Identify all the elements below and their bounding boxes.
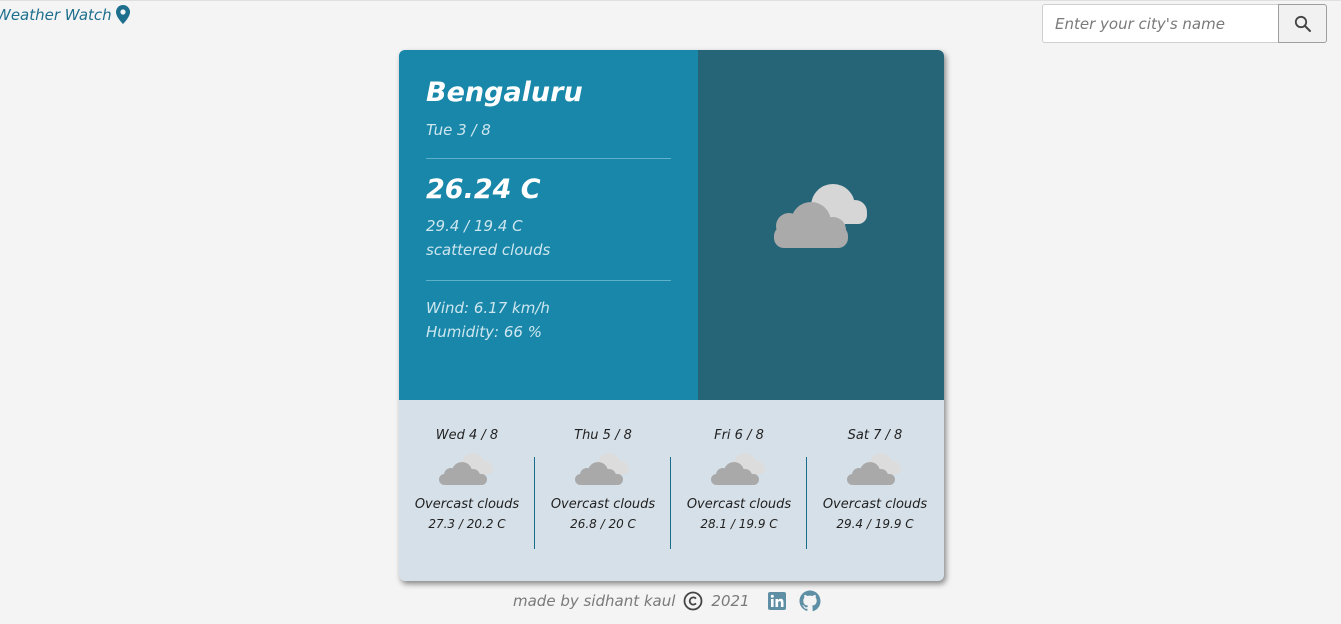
forecast-day: Sat 7 / 8 Overcast clouds 29.4 / 19.9 C: [807, 400, 943, 581]
linkedin-icon[interactable]: [767, 592, 786, 610]
forecast-day: Fri 6 / 8 Overcast clouds 28.1 / 19.9 C: [671, 400, 807, 581]
forecast-day: Wed 4 / 8 Overcast clouds 27.3 / 20.2 C: [399, 400, 535, 581]
forecast-date: Wed 4 / 8: [435, 428, 499, 443]
wind-speed: Wind: 6.17 km/h: [426, 299, 550, 317]
temperature-range: 29.4 / 19.4 C: [426, 217, 523, 235]
search-icon: [1294, 15, 1311, 32]
divider: [426, 158, 671, 159]
footer-credit: made by sidhant kaul: [513, 592, 676, 610]
github-icon[interactable]: [798, 589, 822, 613]
forecast-panel: Wed 4 / 8 Overcast clouds 27.3 / 20.2 C …: [399, 400, 944, 581]
forecast-description: Overcast clouds: [414, 497, 520, 512]
forecast-description: Overcast clouds: [686, 497, 792, 512]
copyright-icon: [684, 591, 703, 611]
city-search-input[interactable]: [1042, 4, 1278, 43]
search-button[interactable]: [1278, 4, 1327, 43]
forecast-day: Thu 5 / 8 Overcast clouds 26.8 / 20 C: [535, 400, 671, 581]
current-weather-panel: Bengaluru Tue 3 / 8 26.24 C 29.4 / 19.4 …: [399, 50, 698, 400]
forecast-date: Sat 7 / 8: [847, 428, 903, 443]
scattered-clouds-icon: [774, 184, 867, 248]
forecast-temperature: 29.4 / 19.9 C: [836, 517, 914, 531]
weather-icon-panel: [698, 50, 944, 400]
brand-title[interactable]: Weather Watch: [0, 5, 130, 24]
overcast-clouds-icon: [575, 453, 629, 485]
weather-description: scattered clouds: [426, 241, 551, 259]
forecast-temperature: 27.3 / 20.2 C: [428, 517, 506, 531]
footer: made by sidhant kaul 2021: [513, 589, 822, 613]
footer-year: 2021: [711, 592, 750, 610]
city-name: Bengaluru: [426, 77, 583, 108]
forecast-date: Fri 6 / 8: [714, 428, 764, 443]
forecast-description: Overcast clouds: [822, 497, 928, 512]
humidity: Humidity: 66 %: [426, 323, 542, 341]
overcast-clouds-icon: [439, 453, 493, 485]
weather-card: Bengaluru Tue 3 / 8 26.24 C 29.4 / 19.4 …: [399, 50, 944, 581]
search-bar: [1042, 4, 1327, 43]
forecast-temperature: 26.8 / 20 C: [570, 517, 636, 531]
divider: [426, 280, 671, 281]
forecast-description: Overcast clouds: [550, 497, 656, 512]
current-date: Tue 3 / 8: [426, 121, 491, 139]
current-temperature: 26.24 C: [426, 174, 541, 205]
overcast-clouds-icon: [847, 453, 901, 485]
brand-label: Weather Watch: [0, 5, 112, 24]
map-pin-icon: [115, 5, 130, 24]
forecast-temperature: 28.1 / 19.9 C: [700, 517, 778, 531]
forecast-date: Thu 5 / 8: [574, 428, 632, 443]
overcast-clouds-icon: [711, 453, 765, 485]
